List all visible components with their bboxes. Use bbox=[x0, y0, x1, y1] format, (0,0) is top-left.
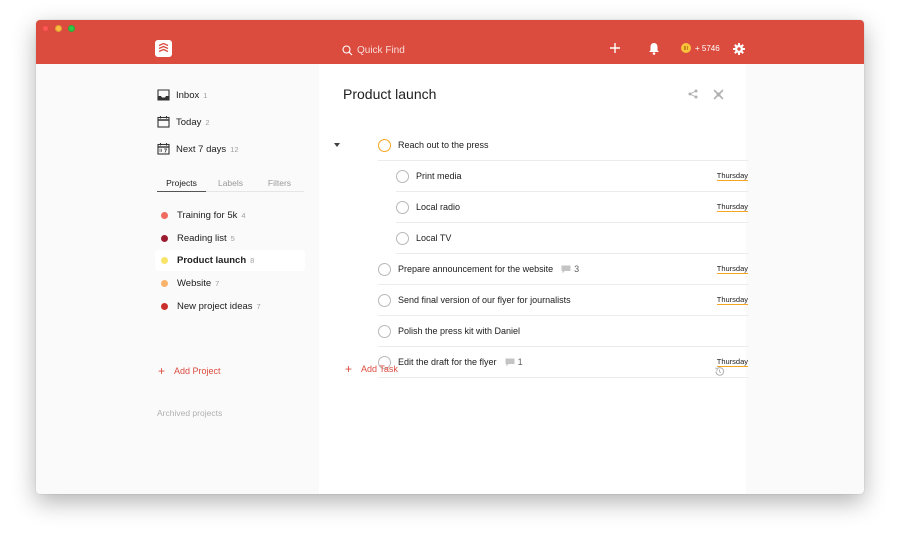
project-label: New project ideas bbox=[177, 301, 253, 312]
project-count: 8 bbox=[250, 256, 255, 265]
project-color-dot bbox=[161, 235, 168, 242]
project-settings-icon[interactable] bbox=[713, 89, 724, 100]
task-row[interactable]: Edit the draft for the flyer 1 Thursday bbox=[378, 347, 748, 378]
project-count: 7 bbox=[256, 302, 261, 311]
collapse-caret-icon[interactable] bbox=[334, 143, 340, 147]
task-row[interactable]: Polish the press kit with Daniel bbox=[378, 316, 748, 347]
project-count: 4 bbox=[241, 211, 246, 220]
app-logo-icon[interactable] bbox=[155, 40, 172, 57]
task-checkbox[interactable] bbox=[396, 169, 409, 183]
task-due-date[interactable]: Thursday bbox=[716, 171, 748, 181]
comment-count[interactable]: 3 bbox=[561, 264, 579, 274]
window-minimize-button[interactable] bbox=[55, 25, 62, 32]
task-row[interactable]: Reach out to the press bbox=[378, 130, 748, 161]
comment-icon bbox=[561, 265, 571, 273]
sidebar-item-project[interactable]: Website 7 bbox=[155, 273, 305, 294]
add-project-label: Add Project bbox=[174, 366, 221, 376]
task-name: Reach out to the press bbox=[398, 140, 489, 150]
add-icon[interactable] bbox=[609, 42, 621, 54]
add-task-button[interactable]: + Add Task bbox=[345, 362, 398, 376]
app-window: + 5746 Inbox 1 bbox=[36, 20, 864, 494]
project-color-dot bbox=[161, 257, 168, 264]
window-close-button[interactable] bbox=[42, 25, 49, 32]
task-name: Local TV bbox=[416, 233, 452, 243]
task-name: Edit the draft for the flyer bbox=[398, 357, 497, 367]
task-name: Local radio bbox=[416, 202, 461, 212]
plus-icon: + bbox=[345, 362, 353, 376]
sidebar-item-project-selected[interactable]: Product launch 8 bbox=[155, 250, 305, 271]
sidebar-item-today[interactable]: Today 2 bbox=[157, 114, 210, 130]
karma-button[interactable]: + 5746 bbox=[681, 43, 720, 53]
karma-badge-icon bbox=[681, 43, 691, 53]
task-name: Send final version of our flyer for jour… bbox=[398, 295, 571, 305]
calendar-icon bbox=[157, 116, 170, 128]
sidebar-item-project[interactable]: New project ideas 7 bbox=[155, 296, 305, 317]
task-due-date[interactable]: Thursday bbox=[716, 295, 748, 305]
tab-labels[interactable]: Labels bbox=[206, 178, 255, 191]
search-icon bbox=[342, 44, 353, 55]
sidebar-item-label: Today bbox=[176, 116, 202, 128]
task-due-date[interactable]: Thursday bbox=[716, 202, 748, 212]
task-checkbox[interactable] bbox=[378, 262, 391, 276]
sidebar-item-count: 2 bbox=[205, 117, 210, 127]
bell-icon[interactable] bbox=[648, 42, 660, 55]
calendar-7-icon bbox=[157, 143, 170, 155]
project-label: Product launch bbox=[177, 255, 247, 266]
sidebar-item-project[interactable]: Reading list 5 bbox=[155, 228, 305, 249]
comment-count-value: 1 bbox=[517, 357, 523, 367]
karma-score: + 5746 bbox=[695, 43, 720, 53]
project-color-dot bbox=[161, 303, 168, 310]
plus-icon: + bbox=[158, 364, 166, 378]
sidebar-item-next-7-days[interactable]: Next 7 days 12 bbox=[157, 141, 239, 157]
project-label: Training for 5k bbox=[177, 210, 238, 221]
comment-icon bbox=[505, 358, 515, 366]
share-icon[interactable] bbox=[688, 89, 698, 99]
sidebar-item-inbox[interactable]: Inbox 1 bbox=[157, 87, 207, 103]
comment-count-value: 3 bbox=[574, 264, 580, 274]
add-task-label: Add Task bbox=[361, 364, 398, 374]
task-checkbox[interactable] bbox=[396, 200, 409, 214]
sidebar-item-project[interactable]: Training for 5k 4 bbox=[155, 205, 305, 226]
inbox-icon bbox=[157, 89, 170, 101]
sidebar-item-count: 1 bbox=[203, 90, 208, 100]
task-due-date[interactable]: Thursday bbox=[716, 264, 748, 274]
task-name: Polish the press kit with Daniel bbox=[398, 326, 521, 336]
task-checkbox[interactable] bbox=[378, 293, 391, 307]
tab-projects[interactable]: Projects bbox=[157, 178, 206, 192]
comment-count[interactable]: 1 bbox=[505, 357, 523, 367]
top-bar: + 5746 bbox=[36, 20, 864, 64]
search-input[interactable] bbox=[357, 44, 497, 56]
project-color-dot bbox=[161, 280, 168, 287]
page-title: Product launch bbox=[343, 86, 437, 102]
history-icon[interactable] bbox=[714, 366, 725, 377]
task-checkbox[interactable] bbox=[396, 231, 409, 245]
gear-icon[interactable] bbox=[733, 43, 745, 55]
tab-filters[interactable]: Filters bbox=[255, 178, 304, 191]
task-row[interactable]: Prepare announcement for the website 3 T… bbox=[378, 254, 748, 285]
project-label: Website bbox=[177, 278, 212, 289]
task-checkbox[interactable] bbox=[378, 138, 391, 152]
sidebar-item-label: Next 7 days bbox=[176, 143, 227, 155]
task-row[interactable]: Local TV bbox=[396, 223, 748, 254]
sidebar-item-label: Inbox bbox=[176, 89, 200, 101]
task-row[interactable]: Send final version of our flyer for jour… bbox=[378, 285, 748, 316]
task-row[interactable]: Local radio Thursday bbox=[396, 192, 748, 223]
task-checkbox[interactable] bbox=[378, 324, 391, 338]
task-row[interactable]: Print media Thursday bbox=[396, 161, 748, 192]
sidebar-tabs: Projects Labels Filters bbox=[157, 178, 304, 192]
project-label: Reading list bbox=[177, 233, 227, 244]
sidebar: Inbox 1 Today 2 Next 7 days 12 Projects … bbox=[36, 64, 319, 494]
add-project-button[interactable]: + Add Project bbox=[158, 364, 221, 378]
archived-projects-link[interactable]: Archived projects bbox=[157, 408, 222, 418]
main-content: Product launch Reach out to the press Pr… bbox=[319, 64, 748, 494]
task-name: Prepare announcement for the website bbox=[398, 264, 554, 274]
sidebar-item-count: 12 bbox=[230, 144, 239, 154]
window-zoom-button[interactable] bbox=[68, 25, 75, 32]
project-color-dot bbox=[161, 212, 168, 219]
quick-find[interactable] bbox=[342, 42, 497, 58]
task-name: Print media bbox=[416, 171, 462, 181]
project-count: 7 bbox=[215, 279, 220, 288]
project-count: 5 bbox=[230, 234, 235, 243]
